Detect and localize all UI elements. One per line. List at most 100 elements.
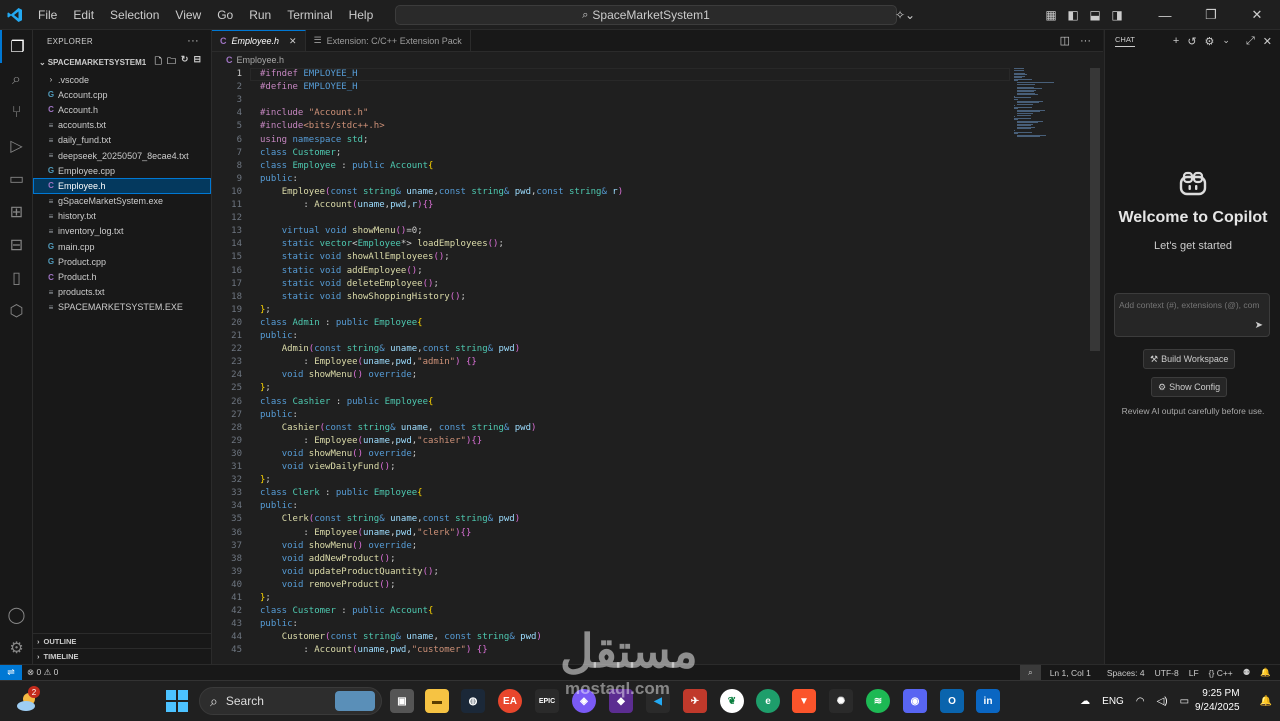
split-editor-icon[interactable]: ◫ xyxy=(1060,34,1070,47)
package-icon[interactable]: ⬡ xyxy=(0,294,33,327)
encoding[interactable]: UTF-8 xyxy=(1150,668,1184,678)
code-editor[interactable]: 1 #ifndef EMPLOYEE_H 2 #define EMPLOYEE_H 3 4… xyxy=(212,68,1103,664)
new-file-icon[interactable]: 🗋 xyxy=(155,54,162,70)
file-item[interactable]: ≡ deepseek_20250507_8ecae4.txt xyxy=(33,148,211,163)
input-language[interactable]: ENG xyxy=(1096,696,1130,707)
settings-gear-icon[interactable]: ⚙ xyxy=(1205,35,1215,48)
onedrive-cloud-icon[interactable]: ☁ xyxy=(1074,696,1096,707)
zoom-icon[interactable]: ⌕ xyxy=(1019,664,1041,681)
workspace-root[interactable]: ⌄ SPACEMARKETSYSTEM1 🗋 🗀 ↻ ⊟ xyxy=(33,52,211,72)
source-control-icon[interactable]: ⑂ xyxy=(0,96,33,129)
menu-help[interactable]: Help xyxy=(341,0,382,30)
file-item[interactable]: ≡ SPACEMARKETSYSTEM.EXE xyxy=(33,300,211,315)
customize-layout-icon[interactable]: ▦ xyxy=(1040,0,1062,30)
minimize-button[interactable]: — xyxy=(1142,0,1188,30)
command-center[interactable]: ⌕ SpaceMarketSystem1 xyxy=(395,5,897,25)
outlook-icon[interactable]: O xyxy=(940,689,964,713)
new-folder-icon[interactable]: 🗀 xyxy=(167,54,176,70)
close-window-button[interactable]: ✕ xyxy=(1234,0,1280,30)
windows-start-icon[interactable] xyxy=(166,690,188,712)
telegram-icon[interactable]: ✈ xyxy=(683,689,707,713)
manage-gear-icon[interactable]: ⚙ xyxy=(0,631,33,664)
toggle-secondary-sidebar-icon[interactable]: ◨ xyxy=(1106,0,1128,30)
file-item[interactable]: ≡ inventory_log.txt xyxy=(33,224,211,239)
menu-terminal[interactable]: Terminal xyxy=(279,0,340,30)
file-item[interactable]: ≡ history.txt xyxy=(33,209,211,224)
maximize-icon[interactable]: ⤢ xyxy=(1246,35,1255,48)
timeline-section[interactable]: › TIMELINE xyxy=(33,648,212,663)
copilot-status-icon[interactable]: ⚉ xyxy=(1238,667,1256,678)
notifications-icon[interactable]: 🔔 xyxy=(1255,667,1276,678)
brave-browser-icon[interactable]: ▼ xyxy=(792,689,816,713)
file-item[interactable]: ≡ gSpaceMarketSystem.exe xyxy=(33,194,211,209)
menu-file[interactable]: File xyxy=(30,0,65,30)
show-config-button[interactable]: ⚙ Show Config xyxy=(1151,377,1228,397)
task-view-icon[interactable]: ▣ xyxy=(390,689,414,713)
ea-app-icon[interactable]: EA xyxy=(498,689,522,713)
search-view-icon[interactable]: ⌕ xyxy=(0,63,33,96)
file-item[interactable]: › .vscode xyxy=(33,72,211,87)
file-explorer-icon[interactable]: ▬ xyxy=(425,689,449,713)
steam-icon[interactable]: ◍ xyxy=(461,689,485,713)
chat-tab-label[interactable]: CHAT xyxy=(1115,35,1135,47)
battery-icon[interactable]: ▭ xyxy=(1174,696,1195,707)
discord-icon[interactable]: ◉ xyxy=(903,689,927,713)
tab-employee-h[interactable]: C Employee.h ✕ xyxy=(212,30,306,51)
chat-input-box[interactable]: ➤ xyxy=(1114,293,1270,337)
menu-go[interactable]: Go xyxy=(209,0,241,30)
extensions-icon[interactable]: ⊞ xyxy=(0,195,33,228)
volume-icon[interactable]: ◁) xyxy=(1151,696,1174,707)
file-item[interactable]: G Product.cpp xyxy=(33,254,211,269)
refresh-icon[interactable]: ↻ xyxy=(181,54,189,70)
run-debug-icon[interactable]: ▷ xyxy=(0,129,33,162)
close-icon[interactable]: ✕ xyxy=(1263,35,1272,48)
more-actions-icon[interactable]: ··· xyxy=(1080,35,1091,47)
collapse-all-icon[interactable]: ⊟ xyxy=(193,54,201,70)
close-icon[interactable]: ✕ xyxy=(289,36,297,47)
linkedin-icon[interactable]: in xyxy=(976,689,1000,713)
cursor-position[interactable]: Ln 1, Col 1 xyxy=(1045,668,1096,678)
notebook-icon[interactable]: ▯ xyxy=(0,261,33,294)
menu-edit[interactable]: Edit xyxy=(65,0,102,30)
spotify-icon[interactable]: ≋ xyxy=(866,689,890,713)
build-workspace-button[interactable]: ⚒ Build Workspace xyxy=(1143,349,1236,369)
send-icon[interactable]: ➤ xyxy=(1255,320,1263,331)
problems-indicator[interactable]: ⊗ 0 ⚠ 0 xyxy=(22,667,63,678)
more-actions-icon[interactable]: ··· xyxy=(187,35,199,47)
testing-icon[interactable]: ⊟ xyxy=(0,228,33,261)
menu-run[interactable]: Run xyxy=(241,0,279,30)
taskbar-search[interactable]: ⌕ Search xyxy=(199,687,382,715)
file-item[interactable]: C Employee.h xyxy=(33,178,211,194)
file-item[interactable]: G Employee.cpp xyxy=(33,163,211,178)
file-item[interactable]: Gmain.cpp xyxy=(33,239,211,254)
menu-view[interactable]: View xyxy=(167,0,209,30)
account-icon[interactable]: ◯ xyxy=(0,598,33,631)
epic-games-icon[interactable]: EPIC xyxy=(535,689,559,713)
language-mode[interactable]: {} C++ xyxy=(1204,668,1238,678)
copilot-toggle-icon[interactable]: ✧⌄ xyxy=(890,0,920,30)
wifi-icon[interactable]: ◠ xyxy=(1130,696,1151,707)
minimap[interactable] xyxy=(1014,68,1088,148)
outline-section[interactable]: › OUTLINE xyxy=(33,633,212,648)
remote-indicator-icon[interactable]: ⇌ xyxy=(0,664,22,681)
chatgpt-icon[interactable]: ✺ xyxy=(829,689,853,713)
vertical-scrollbar[interactable] xyxy=(1090,68,1100,351)
indentation[interactable]: Spaces: 4 xyxy=(1102,668,1150,678)
toggle-primary-sidebar-icon[interactable]: ◧ xyxy=(1062,0,1084,30)
file-item[interactable]: G Account.cpp xyxy=(33,87,211,102)
menu-selection[interactable]: Selection xyxy=(102,0,167,30)
clock[interactable]: 9:25 PM 9/24/2025 xyxy=(1195,687,1254,715)
app-leaf-icon[interactable]: ❦ xyxy=(720,689,744,713)
notifications-bell-icon[interactable]: 🔔 xyxy=(1254,696,1280,707)
remote-explorer-icon[interactable]: ▭ xyxy=(0,162,33,195)
breadcrumb[interactable]: C Employee.h xyxy=(212,52,1103,68)
restore-button[interactable]: ❐ xyxy=(1188,0,1234,30)
toggle-panel-icon[interactable]: ⬓ xyxy=(1084,0,1106,30)
chat-input[interactable] xyxy=(1119,300,1269,310)
file-item[interactable]: ≡ accounts.txt xyxy=(33,118,211,133)
explorer-icon[interactable]: ❐ xyxy=(0,30,33,63)
history-icon[interactable]: ↺ xyxy=(1187,35,1196,48)
chevron-down-icon[interactable]: ⌄ xyxy=(1222,35,1230,48)
edge-browser-icon[interactable]: e xyxy=(756,689,780,713)
file-item[interactable]: ≡ daily_fund.txt xyxy=(33,133,211,148)
